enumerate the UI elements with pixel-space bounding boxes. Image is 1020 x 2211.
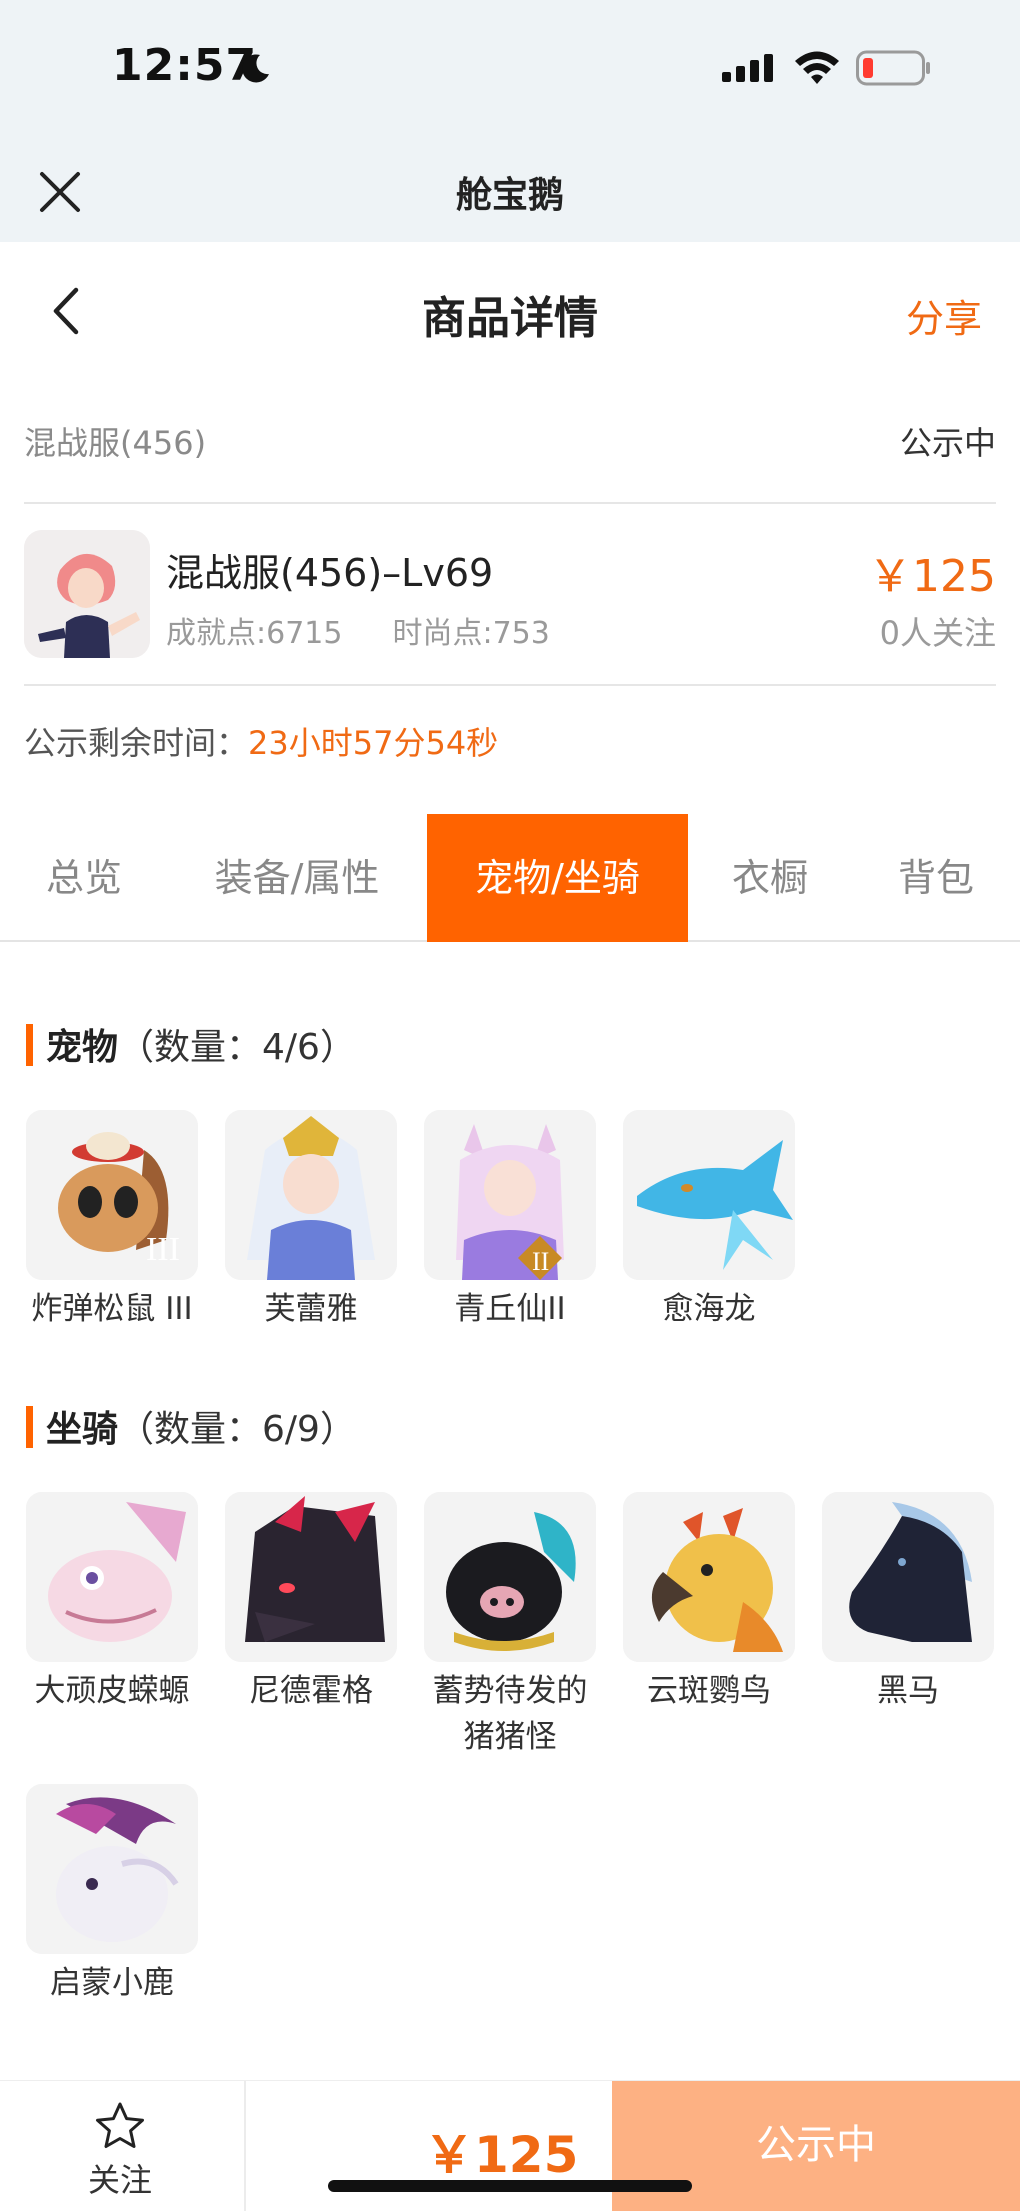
mount-name: 启蒙小鹿 <box>50 1965 174 2001</box>
server-row: 混战服(456) 公示中 <box>24 410 996 470</box>
divider <box>244 2081 246 2211</box>
svg-text:II: II <box>532 1247 549 1276</box>
server-name: 混战服(456) <box>24 424 207 462</box>
achievement-points: 成就点:6715 <box>166 616 343 651</box>
battery-icon <box>856 50 930 86</box>
section-accent-bar <box>26 1024 33 1066</box>
moon-icon <box>242 54 269 83</box>
mount-item[interactable]: 黑马 <box>822 1492 994 1714</box>
sea-dragon-pet-icon <box>623 1110 795 1280</box>
product-summary: 混战服(456)–Lv69 成就点:6715 时尚点:753 ￥125 0人关注 <box>24 530 996 664</box>
nidhogg-mount-icon <box>225 1492 397 1662</box>
countdown-label: 公示剩余时间： <box>24 724 249 762</box>
pet-item[interactable]: II 青丘仙II <box>424 1110 596 1332</box>
wifi-icon <box>795 51 839 84</box>
bottom-price: ￥125 <box>424 2126 579 2184</box>
salamander-mount-icon <box>26 1492 198 1662</box>
parrot-mount-icon <box>623 1492 795 1662</box>
server-status: 公示中 <box>899 424 996 462</box>
squirrel-pet-icon: III <box>26 1110 198 1280</box>
tab-bar: 总览 装备/属性 宠物/坐骑 衣橱 背包 <box>0 814 1020 942</box>
tab-equipment[interactable]: 装备/属性 <box>168 814 426 942</box>
status-bar: 12:57 <box>0 0 1020 140</box>
tab-wardrobe[interactable]: 衣橱 <box>688 814 852 942</box>
pet-item[interactable]: 愈海龙 <box>623 1110 795 1332</box>
pig-mount-icon <box>424 1492 596 1662</box>
fashion-points: 时尚点:753 <box>392 616 550 651</box>
pet-item[interactable]: III 炸弹松鼠 III <box>26 1110 198 1332</box>
star-icon <box>96 2102 144 2148</box>
countdown-value: 23小时57分54秒 <box>248 724 499 762</box>
tab-bag[interactable]: 背包 <box>852 814 1020 942</box>
fox-fairy-pet-icon: II <box>424 1110 596 1280</box>
tab-overview[interactable]: 总览 <box>0 814 168 942</box>
mount-name: 蓄势待发的 猪猪怪 <box>432 1673 588 1755</box>
mount-name: 云斑鹦鸟 <box>647 1673 771 1709</box>
pets-title: 宠物 <box>46 1027 119 1068</box>
mounts-title: 坐骑 <box>46 1409 119 1450</box>
follow-button[interactable]: 关注 <box>80 2101 160 2201</box>
freya-pet-icon <box>225 1110 397 1280</box>
mount-item[interactable]: 云斑鹦鸟 <box>623 1492 795 1714</box>
pet-name: 青丘仙II <box>454 1291 566 1327</box>
pet-name: 炸弹松鼠 III <box>31 1291 193 1327</box>
black-horse-mount-icon <box>822 1492 994 1662</box>
product-stats: 成就点:6715 时尚点:753 <box>166 608 600 652</box>
deer-mount-icon <box>26 1784 198 1954</box>
mount-item[interactable]: 尼德霍格 <box>225 1492 397 1714</box>
page-header: 商品详情 分享 <box>0 242 1020 378</box>
mount-name: 黑马 <box>877 1673 939 1709</box>
mount-item[interactable]: 蓄势待发的 猪猪怪 <box>424 1492 596 1760</box>
mount-name: 大顽皮蝾螈 <box>34 1673 190 1709</box>
pet-name: 芙蕾雅 <box>264 1291 358 1327</box>
character-avatar <box>24 530 150 658</box>
divider <box>24 684 996 686</box>
share-button[interactable]: 分享 <box>906 288 982 343</box>
divider <box>24 502 996 504</box>
svg-text:III: III <box>146 1231 180 1268</box>
pets-count: （数量：4/6） <box>118 1027 356 1068</box>
pet-name: 愈海龙 <box>662 1291 756 1327</box>
follow-label: 关注 <box>87 2161 152 2199</box>
product-title: 混战服(456)–Lv69 <box>166 551 494 595</box>
countdown: 公示剩余时间：23小时57分54秒 <box>24 718 498 764</box>
product-price: ￥125 <box>868 551 996 602</box>
mounts-count: （数量：6/9） <box>118 1409 356 1450</box>
mount-name: 尼德霍格 <box>249 1673 373 1709</box>
status-time: 12:57 <box>112 40 258 91</box>
mount-item[interactable]: 启蒙小鹿 <box>26 1784 198 2006</box>
section-accent-bar <box>26 1406 33 1448</box>
pet-item[interactable]: 芙蕾雅 <box>225 1110 397 1332</box>
app-title: 舱宝鹅 <box>455 175 564 216</box>
home-indicator <box>328 2180 692 2192</box>
mount-item[interactable]: 大顽皮蝾螈 <box>26 1492 198 1714</box>
page-title: 商品详情 <box>422 293 598 344</box>
mini-program-header: 舱宝鹅 <box>0 140 1020 242</box>
follower-count: 0人关注 <box>879 614 996 652</box>
tab-pets-mounts[interactable]: 宠物/坐骑 <box>427 814 688 942</box>
cellular-signal-icon <box>722 54 773 82</box>
